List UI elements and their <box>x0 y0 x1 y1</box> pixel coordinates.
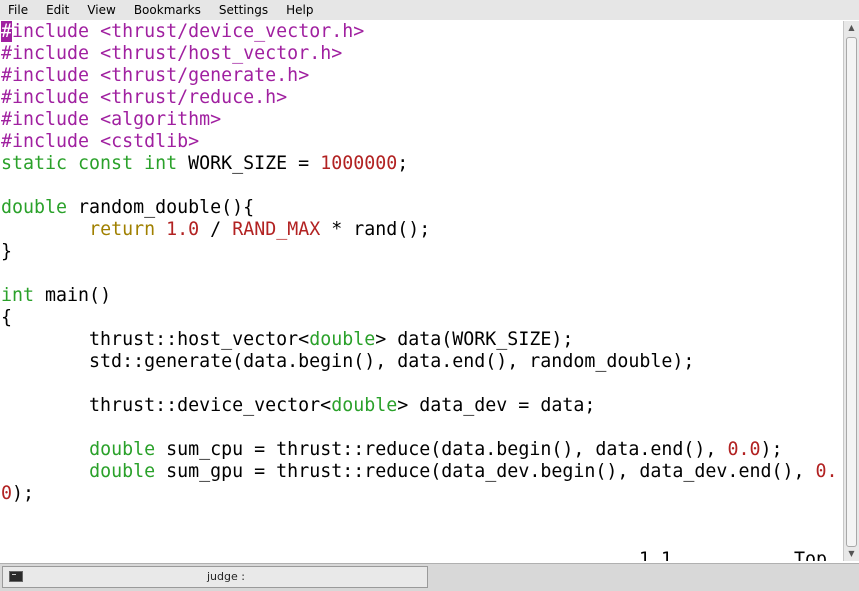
taskbar-entry-label: judge : <box>207 570 245 583</box>
scroll-up-icon[interactable]: ▲ <box>846 23 857 33</box>
code-line[interactable]: #include <algorithm> <box>1 109 838 131</box>
code-token: thrust::host_vector< <box>1 329 310 350</box>
code-line[interactable]: 0); <box>1 483 838 505</box>
code-token: WORK_SIZE = <box>177 153 321 174</box>
code-line[interactable]: thrust::device_vector<double> data_dev =… <box>1 395 838 417</box>
code-token: double <box>1 197 68 218</box>
code-token: 0.0 <box>727 439 761 460</box>
code-token: #include <box>1 43 90 64</box>
code-token: ; <box>397 153 409 174</box>
menu-view[interactable]: View <box>78 0 124 20</box>
code-line[interactable]: double sum_cpu = thrust::reduce(data.beg… <box>1 439 838 461</box>
menu-edit[interactable]: Edit <box>37 0 78 20</box>
code-token: <algorithm> <box>100 109 222 130</box>
code-token: <thrust/host_vector.h> <box>100 43 343 64</box>
cursor-position: 1,1 <box>639 549 673 561</box>
code-token: * rand(); <box>320 219 431 240</box>
code-token: #include <box>1 65 90 86</box>
code-line[interactable]: #include <cstdlib> <box>1 131 838 153</box>
vertical-scrollbar[interactable]: ▲ ▼ <box>843 21 859 561</box>
code-token: #include <box>1 131 90 152</box>
code-token: > data(WORK_SIZE); <box>375 329 574 350</box>
scrollbar-thumb[interactable] <box>846 37 857 547</box>
code-line[interactable] <box>1 373 838 395</box>
code-token: 1000000 <box>320 153 398 174</box>
code-line[interactable]: { <box>1 307 838 329</box>
menu-bar: File Edit View Bookmarks Settings Help <box>0 0 859 20</box>
code-line[interactable]: std::generate(data.begin(), data.end(), … <box>1 351 838 373</box>
code-line[interactable]: #include <thrust/device_vector.h> <box>1 21 838 43</box>
code-line[interactable] <box>1 175 838 197</box>
code-token: #include <box>1 87 90 108</box>
code-token: include <box>12 21 90 42</box>
text-cursor: # <box>1 21 13 42</box>
status-ruler: 1,1 Top <box>0 549 843 561</box>
code-token: std::generate(data.begin(), data.end(), … <box>1 351 695 372</box>
code-line[interactable]: double random_double(){ <box>1 197 838 219</box>
code-token: return <box>89 219 156 240</box>
code-token: 1.0 <box>166 219 200 240</box>
editor-area[interactable]: #include <thrust/device_vector.h> #includ… <box>0 21 843 561</box>
code-token: <thrust/generate.h> <box>100 65 310 86</box>
code-line[interactable]: return 1.0 / RAND_MAX * rand(); <box>1 219 838 241</box>
code-token: <thrust/device_vector.h> <box>100 21 365 42</box>
scroll-indicator: Top <box>794 549 828 561</box>
code-view[interactable]: #include <thrust/device_vector.h> #includ… <box>1 21 838 505</box>
code-token: double <box>309 329 376 350</box>
taskbar: judge : <box>0 563 859 591</box>
code-token: / <box>199 219 233 240</box>
menu-file[interactable]: File <box>0 0 37 20</box>
code-token: <thrust/reduce.h> <box>100 87 288 108</box>
code-line[interactable] <box>1 263 838 285</box>
code-line[interactable]: int main() <box>1 285 838 307</box>
code-token: #include <box>1 109 90 130</box>
code-token: static const int <box>1 153 178 174</box>
code-line[interactable]: #include <thrust/host_vector.h> <box>1 43 838 65</box>
code-token: thrust::device_vector< <box>1 395 332 416</box>
code-token: double <box>89 461 156 482</box>
code-token: 0. <box>815 461 838 482</box>
code-token: > data_dev = data; <box>397 395 596 416</box>
terminal-icon <box>9 571 23 582</box>
taskbar-entry-judge[interactable]: judge : <box>2 566 428 588</box>
code-token: } <box>1 241 13 262</box>
menu-settings[interactable]: Settings <box>210 0 277 20</box>
code-line[interactable]: #include <thrust/generate.h> <box>1 65 838 87</box>
code-line[interactable]: #include <thrust/reduce.h> <box>1 87 838 109</box>
code-token: main() <box>34 285 112 306</box>
code-line[interactable] <box>1 417 838 439</box>
code-token: random_double(){ <box>67 197 255 218</box>
code-line[interactable]: static const int WORK_SIZE = 1000000; <box>1 153 838 175</box>
menu-bookmarks[interactable]: Bookmarks <box>125 0 210 20</box>
code-token: RAND_MAX <box>232 219 321 240</box>
code-token: <cstdlib> <box>100 131 200 152</box>
code-token: int <box>1 285 35 306</box>
scroll-down-icon[interactable]: ▼ <box>846 549 857 559</box>
code-line[interactable]: thrust::host_vector<double> data(WORK_SI… <box>1 329 838 351</box>
code-token: sum_gpu = thrust::reduce(data_dev.begin(… <box>155 461 816 482</box>
menu-help[interactable]: Help <box>277 0 322 20</box>
code-token: sum_cpu = thrust::reduce(data.begin(), d… <box>155 439 728 460</box>
code-token: double <box>89 439 156 460</box>
code-token: 0 <box>1 483 13 504</box>
code-token: double <box>331 395 398 416</box>
code-token: ); <box>12 483 35 504</box>
code-token: { <box>1 307 13 328</box>
code-line[interactable]: double sum_gpu = thrust::reduce(data_dev… <box>1 461 838 483</box>
code-line[interactable]: } <box>1 241 838 263</box>
code-token: ); <box>760 439 783 460</box>
